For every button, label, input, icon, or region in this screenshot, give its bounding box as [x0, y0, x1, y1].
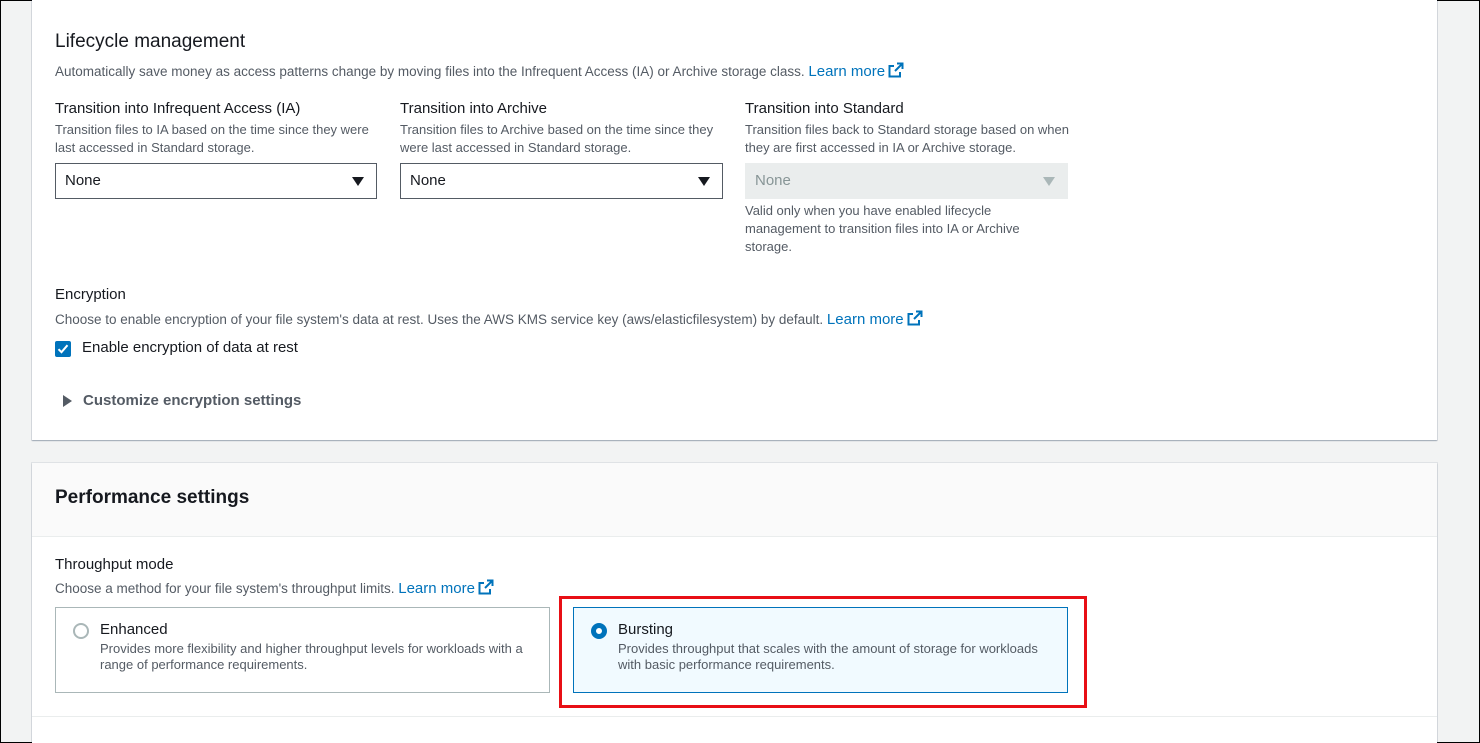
- standard-transition-constraint: Valid only when you have enabled lifecyc…: [745, 203, 1020, 254]
- bursting-option-description: Provides throughput that scales with the…: [618, 641, 1038, 672]
- throughput-mode-description: Choose a method for your file system's t…: [55, 579, 494, 598]
- checkmark-icon: [57, 344, 69, 354]
- throughput-mode-label: Throughput mode: [55, 556, 174, 573]
- encryption-checkbox[interactable]: [55, 341, 71, 357]
- throughput-option-enhanced[interactable]: Enhanced Provides more flexibility and h…: [55, 607, 550, 693]
- performance-title: Performance settings: [55, 487, 250, 508]
- encryption-learn-more-text[interactable]: Learn more: [827, 311, 904, 328]
- encryption-description-text: Choose to enable encryption of your file…: [55, 312, 824, 327]
- standard-transition-value: None: [755, 172, 791, 189]
- throughput-option-bursting[interactable]: Bursting Provides throughput that scales…: [573, 607, 1068, 693]
- caret-down-icon: [352, 177, 364, 186]
- lifecycle-description-text: Automatically save money as access patte…: [55, 64, 805, 79]
- lifecycle-description: Automatically save money as access patte…: [55, 62, 904, 81]
- encryption-title: Encryption: [55, 286, 126, 303]
- ia-transition-value: None: [65, 172, 101, 189]
- lifecycle-learn-more-text[interactable]: Learn more: [808, 63, 885, 80]
- radio-icon[interactable]: [591, 623, 607, 639]
- archive-transition-description: Transition files to Archive based on the…: [400, 122, 714, 155]
- archive-transition-select[interactable]: None: [400, 163, 723, 199]
- lifecycle-learn-more-link[interactable]: Learn more: [808, 62, 904, 80]
- section-divider: [32, 716, 1437, 717]
- performance-header-divider: [32, 536, 1437, 537]
- expand-triangle-icon[interactable]: [63, 395, 72, 407]
- external-link-icon: [478, 579, 494, 595]
- throughput-learn-more-link[interactable]: Learn more: [398, 579, 494, 597]
- encryption-checkbox-label[interactable]: Enable encryption of data at rest: [82, 339, 298, 356]
- ia-transition-description: Transition files to IA based on the time…: [55, 122, 369, 155]
- radio-icon[interactable]: [73, 623, 89, 639]
- encryption-learn-more-link[interactable]: Learn more: [827, 310, 923, 328]
- throughput-learn-more-text[interactable]: Learn more: [398, 580, 475, 597]
- lifecycle-title: Lifecycle management: [55, 31, 246, 52]
- caret-down-icon: [1043, 177, 1055, 186]
- enhanced-option-description: Provides more flexibility and higher thr…: [100, 641, 523, 672]
- encryption-description: Choose to enable encryption of your file…: [55, 310, 923, 329]
- standard-transition-select: None: [745, 163, 1068, 199]
- archive-transition-value: None: [410, 172, 446, 189]
- throughput-description-text: Choose a method for your file system's t…: [55, 581, 395, 596]
- ia-transition-select[interactable]: None: [55, 163, 377, 199]
- ia-transition-label: Transition into Infrequent Access (IA): [55, 100, 301, 117]
- standard-transition-label: Transition into Standard: [745, 100, 904, 117]
- external-link-icon: [888, 62, 904, 78]
- bursting-option-title: Bursting: [618, 621, 674, 638]
- standard-transition-description: Transition files back to Standard storag…: [745, 122, 1069, 155]
- archive-transition-label: Transition into Archive: [400, 100, 548, 117]
- caret-down-icon: [698, 177, 710, 186]
- customize-encryption-toggle[interactable]: Customize encryption settings: [83, 392, 301, 409]
- enhanced-option-title: Enhanced: [100, 621, 168, 638]
- external-link-icon: [907, 310, 923, 326]
